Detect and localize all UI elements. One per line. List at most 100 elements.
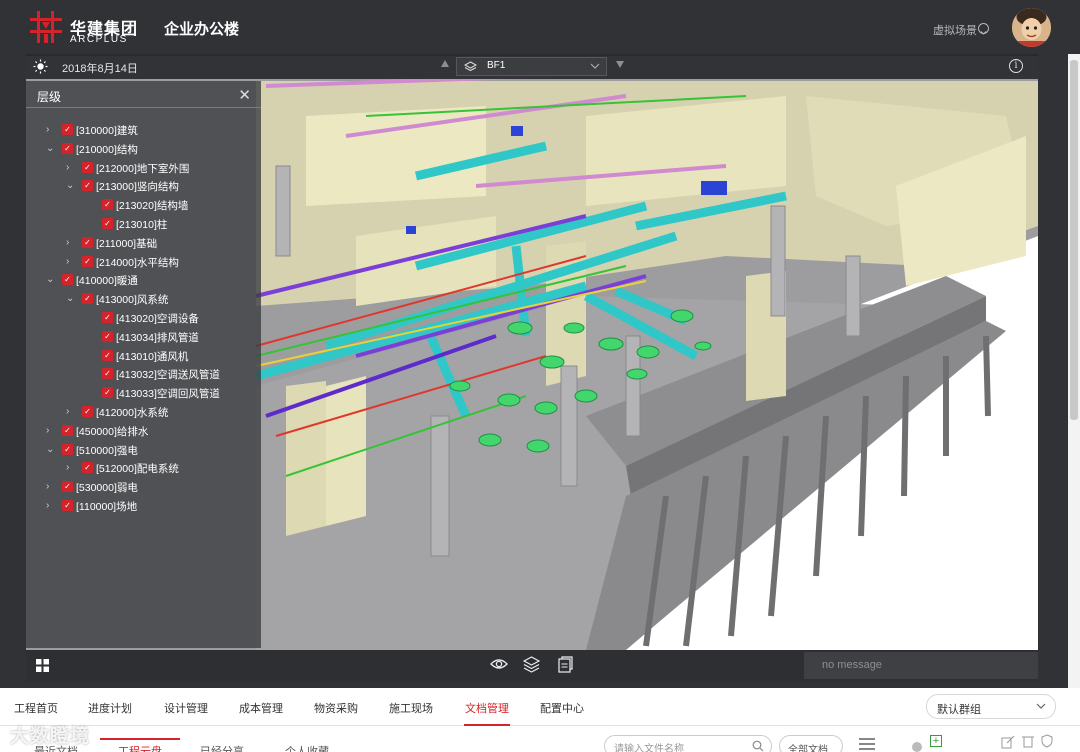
- chevron-down-icon[interactable]: ⌄: [46, 143, 54, 154]
- document-icon[interactable]: [558, 656, 573, 673]
- nav-item[interactable]: 成本管理: [239, 700, 283, 716]
- layer-checkbox[interactable]: ✓: [62, 142, 73, 154]
- layer-checkbox[interactable]: ✓: [82, 293, 93, 305]
- layer-checkbox[interactable]: ✓: [82, 405, 93, 417]
- layer-tree-item[interactable]: › ✓ [110000]场地: [26, 497, 261, 516]
- add-icon[interactable]: +: [930, 735, 942, 747]
- layer-checkbox[interactable]: ✓: [102, 199, 113, 211]
- layer-checkbox[interactable]: ✓: [82, 462, 93, 474]
- subnav-tab[interactable]: 个人收藏: [285, 743, 329, 752]
- nav-item[interactable]: 文档管理: [465, 700, 509, 716]
- layer-tree-label: [512000]配电系统: [96, 463, 179, 476]
- chevron-right-icon[interactable]: [912, 742, 922, 752]
- scene-date[interactable]: 2018年8月14日: [62, 60, 138, 76]
- nav-item[interactable]: 施工现场: [389, 700, 433, 716]
- layer-checkbox[interactable]: ✓: [62, 274, 73, 286]
- chevron-right-icon[interactable]: ›: [66, 462, 74, 473]
- layer-tree-item[interactable]: ✓ [213010]柱: [26, 215, 261, 234]
- chevron-down-icon[interactable]: ⌄: [46, 444, 54, 455]
- layer-checkbox[interactable]: ✓: [62, 499, 73, 511]
- layer-checkbox[interactable]: ✓: [102, 311, 113, 323]
- layer-tree-label: [413000]风系统: [96, 294, 169, 307]
- chevron-right-icon[interactable]: ›: [66, 237, 74, 248]
- layer-tree-item[interactable]: › ✓ [212000]地下室外围: [26, 159, 261, 178]
- layer-tree-item[interactable]: ✓ [413033]空调回风管道: [26, 384, 261, 403]
- layer-tree-item[interactable]: › ✓ [450000]给排水: [26, 422, 261, 441]
- layer-tree-item[interactable]: › ✓ [214000]水平结构: [26, 253, 261, 272]
- layer-checkbox[interactable]: ✓: [62, 481, 73, 493]
- layer-tree-item[interactable]: › ✓ [310000]建筑: [26, 121, 261, 140]
- user-avatar[interactable]: [1012, 8, 1051, 47]
- layer-tree-item[interactable]: › ✓ [412000]水系统: [26, 403, 261, 422]
- chevron-right-icon[interactable]: ›: [46, 500, 54, 511]
- subnav-tab[interactable]: 工程云盘: [118, 743, 162, 752]
- layer-checkbox[interactable]: ✓: [102, 368, 113, 380]
- chevron-right-icon[interactable]: ›: [46, 481, 54, 492]
- list-view-icon[interactable]: [858, 737, 876, 751]
- floor-select[interactable]: BF1: [456, 57, 607, 76]
- layer-tree-item[interactable]: › ✓ [512000]配电系统: [26, 459, 261, 478]
- layer-checkbox[interactable]: ✓: [102, 217, 113, 229]
- layers-icon: [464, 61, 477, 72]
- layer-checkbox[interactable]: ✓: [82, 236, 93, 248]
- chevron-right-icon[interactable]: ›: [66, 256, 74, 267]
- virtual-scene-menu[interactable]: 虚拟场景: [933, 22, 977, 38]
- chevron-right-icon[interactable]: ›: [66, 162, 74, 173]
- chevron-down-icon[interactable]: ⌄: [66, 293, 74, 304]
- chevron-down-icon[interactable]: [978, 23, 989, 35]
- chevron-right-icon[interactable]: ›: [46, 425, 54, 436]
- layer-checkbox[interactable]: ✓: [62, 424, 73, 436]
- nav-item[interactable]: 物资采购: [314, 700, 358, 716]
- edit-icon[interactable]: [1001, 735, 1015, 749]
- layer-checkbox[interactable]: ✓: [62, 443, 73, 455]
- project-title: 企业办公楼: [164, 21, 240, 38]
- search-icon[interactable]: [752, 740, 764, 752]
- doc-filter-select[interactable]: 全部文档: [779, 735, 843, 752]
- grid-menu-icon[interactable]: [36, 659, 49, 672]
- layer-tree-item[interactable]: ✓ [413020]空调设备: [26, 309, 261, 328]
- layer-tree-item[interactable]: ⌄ ✓ [213000]竖向结构: [26, 177, 261, 196]
- sun-icon[interactable]: [33, 59, 48, 74]
- layer-tree-label: [410000]暖通: [76, 275, 138, 288]
- layer-checkbox[interactable]: ✓: [102, 387, 113, 399]
- shield-icon[interactable]: [1040, 734, 1054, 748]
- layers-icon[interactable]: [523, 656, 540, 673]
- layer-checkbox[interactable]: ✓: [82, 180, 93, 192]
- nav-item[interactable]: 进度计划: [88, 700, 132, 716]
- chevron-right-icon[interactable]: ›: [66, 406, 74, 417]
- layer-checkbox[interactable]: ✓: [102, 330, 113, 342]
- layer-tree-item[interactable]: ⌄ ✓ [413000]风系统: [26, 290, 261, 309]
- chevron-down-icon[interactable]: ⌄: [66, 180, 74, 191]
- layer-tree-item[interactable]: ✓ [413034]排风管道: [26, 328, 261, 347]
- scrollbar-thumb[interactable]: [1070, 60, 1078, 420]
- layer-tree-label: [213020]结构墙: [116, 200, 189, 213]
- layer-checkbox[interactable]: ✓: [62, 124, 73, 135]
- chevron-right-icon[interactable]: ›: [46, 124, 54, 135]
- layer-checkbox[interactable]: ✓: [82, 255, 93, 267]
- group-select[interactable]: 默认群组: [926, 694, 1056, 719]
- layer-checkbox[interactable]: ✓: [82, 161, 93, 173]
- eye-icon[interactable]: [490, 657, 508, 671]
- layer-tree-item[interactable]: ⌄ ✓ [510000]强电: [26, 441, 261, 460]
- nav-item[interactable]: 配置中心: [540, 700, 584, 716]
- subnav-tab[interactable]: 已经分享: [200, 743, 244, 752]
- layer-tree-item[interactable]: ⌄ ✓ [410000]暖通: [26, 271, 261, 290]
- layer-tree-label: [413032]空调送风管道: [116, 369, 220, 382]
- nav-item[interactable]: 设计管理: [164, 700, 208, 716]
- layer-tree-item[interactable]: ✓ [413032]空调送风管道: [26, 365, 261, 384]
- nav-item[interactable]: 工程首页: [14, 700, 58, 716]
- layer-tree-item[interactable]: ⌄ ✓ [210000]结构: [26, 140, 261, 159]
- file-search-input[interactable]: 请输入文件名称: [604, 735, 772, 752]
- layer-checkbox[interactable]: ✓: [102, 349, 113, 361]
- info-icon[interactable]: i: [1009, 59, 1023, 73]
- floor-down-icon[interactable]: [615, 59, 625, 69]
- close-icon[interactable]: ✕: [238, 86, 251, 104]
- trash-icon[interactable]: [1021, 734, 1035, 748]
- chevron-down-icon[interactable]: ⌄: [46, 274, 54, 285]
- message-input[interactable]: no message: [804, 652, 1038, 679]
- layer-tree-item[interactable]: › ✓ [211000]基础: [26, 234, 261, 253]
- layer-tree-item[interactable]: › ✓ [530000]弱电: [26, 478, 261, 497]
- floor-up-icon[interactable]: [440, 59, 450, 69]
- layer-tree-item[interactable]: ✓ [213020]结构墙: [26, 196, 261, 215]
- layer-tree-item[interactable]: ✓ [413010]通风机: [26, 347, 261, 366]
